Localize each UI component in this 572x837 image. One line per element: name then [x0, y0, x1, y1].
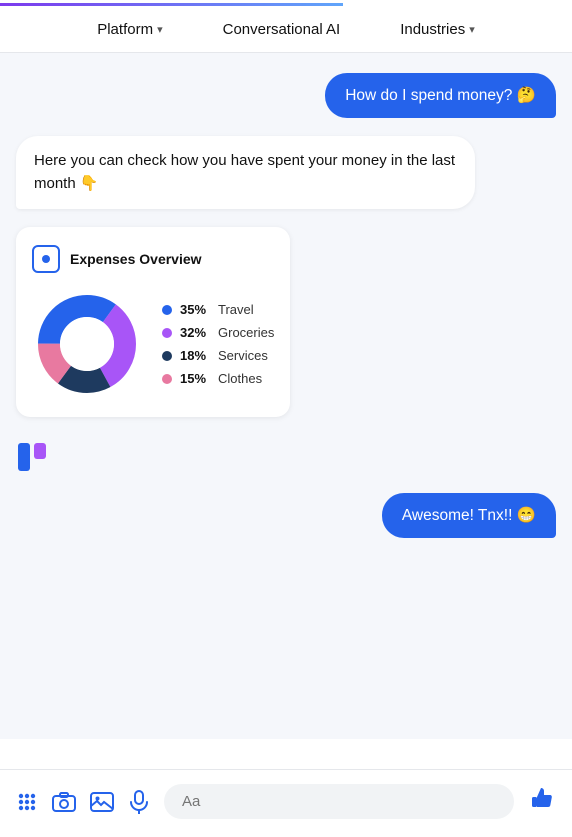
- nav-industries[interactable]: Industries ▾: [400, 21, 475, 38]
- legend-pct-clothes: 15%: [180, 371, 210, 386]
- legend-pct-services: 18%: [180, 348, 210, 363]
- legend-label-groceries: Groceries: [218, 325, 274, 340]
- legend-dot-clothes: [162, 374, 172, 384]
- user-message-1: How do I spend money? 🤔: [16, 73, 556, 118]
- donut-chart: [32, 289, 142, 399]
- chart-title: Expenses Overview: [70, 251, 202, 267]
- chat-area: How do I spend money? 🤔 Here you can che…: [0, 53, 572, 739]
- legend-label-clothes: Clothes: [218, 371, 262, 386]
- legend-dot-groceries: [162, 328, 172, 338]
- legend-pct-travel: 35%: [180, 302, 210, 317]
- chart-header: Expenses Overview: [32, 245, 274, 273]
- camera-icon[interactable]: [52, 791, 76, 813]
- legend-label-services: Services: [218, 348, 268, 363]
- chart-icon: [42, 255, 50, 263]
- nav-platform-label: Platform: [97, 21, 153, 38]
- nav-conversational-ai-label: Conversational AI: [223, 21, 341, 38]
- thumbs-up-icon[interactable]: [528, 784, 556, 819]
- legend-dot-services: [162, 351, 172, 361]
- chart-body: 35% Travel 32% Groceries 18% Services: [32, 289, 274, 399]
- chart-icon-box: [32, 245, 60, 273]
- bot-message-1: Here you can check how you have spent yo…: [16, 136, 556, 209]
- nav-platform[interactable]: Platform ▾: [97, 21, 162, 38]
- chart-message: Expenses Overview: [16, 227, 556, 417]
- legend-travel: 35% Travel: [162, 302, 274, 317]
- progress-bar: [0, 3, 343, 6]
- user-bubble-2: Awesome! Tnx!! 😁: [382, 493, 556, 538]
- expenses-chart-card: Expenses Overview: [16, 227, 290, 417]
- brand-logo-icon: [16, 439, 52, 475]
- legend-clothes: 15% Clothes: [162, 371, 274, 386]
- legend-dot-travel: [162, 305, 172, 315]
- legend-pct-groceries: 32%: [180, 325, 210, 340]
- message-input[interactable]: [164, 784, 514, 819]
- bot-bubble-1: Here you can check how you have spent yo…: [16, 136, 475, 209]
- nav-industries-label: Industries: [400, 21, 465, 38]
- legend-services: 18% Services: [162, 348, 274, 363]
- user-bubble-1: How do I spend money? 🤔: [325, 73, 556, 118]
- chevron-down-icon: ▾: [157, 23, 163, 36]
- legend-label-travel: Travel: [218, 302, 254, 317]
- user-message-2: Awesome! Tnx!! 😁: [16, 493, 556, 538]
- microphone-icon[interactable]: [128, 790, 150, 814]
- legend-groceries: 32% Groceries: [162, 325, 274, 340]
- bottom-toolbar: [0, 769, 572, 837]
- brand-icon-row: [16, 439, 556, 475]
- chart-legend: 35% Travel 32% Groceries 18% Services: [162, 302, 274, 386]
- nav-conversational-ai[interactable]: Conversational AI: [223, 21, 341, 38]
- navigation: Platform ▾ Conversational AI Industries …: [0, 3, 572, 53]
- image-icon[interactable]: [90, 791, 114, 813]
- chevron-down-icon-2: ▾: [469, 23, 475, 36]
- grid-icon[interactable]: [16, 791, 38, 813]
